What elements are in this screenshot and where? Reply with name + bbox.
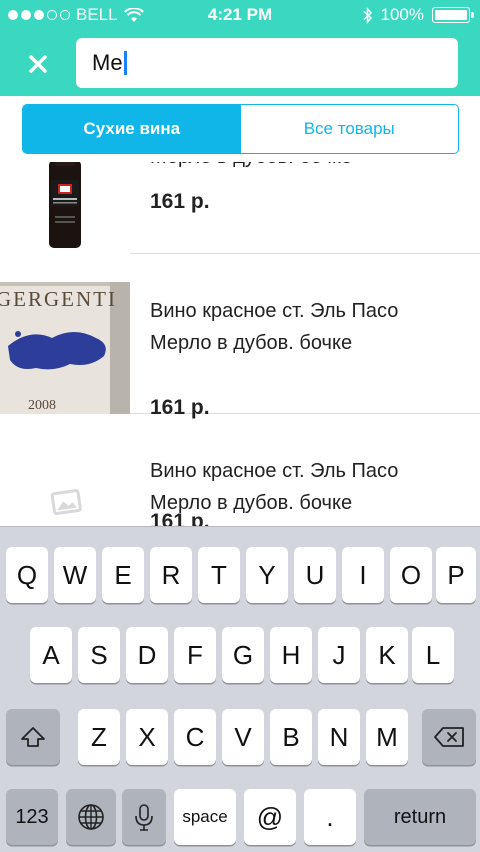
key-a[interactable]: A [30,627,72,683]
period-key[interactable]: . [304,789,356,845]
product-name-line2: Мерло в дубов. бочке [150,332,353,354]
key-j[interactable]: J [318,627,360,683]
key-q[interactable]: Q [6,547,48,603]
microphone-icon [135,804,153,831]
product-name-line1: Вино красное ст. Эль Пасо [150,300,399,322]
at-key[interactable]: @ [244,789,296,845]
key-n[interactable]: N [318,709,360,765]
keyboard: Q W E R T Y U I O P A S D F G H J K L Z … [0,526,480,852]
tab-all-products[interactable]: Все товары [241,105,459,153]
battery-percent: 100% [380,5,424,24]
key-x[interactable]: X [126,709,168,765]
header: BELL 4:21 PM 100% Me [0,0,480,96]
globe-icon [78,804,104,830]
close-icon [29,55,47,73]
key-p[interactable]: P [436,547,476,603]
key-i[interactable]: I [342,547,384,603]
shift-icon [21,727,45,747]
product-price: 161 р. [150,510,210,526]
key-w[interactable]: W [54,547,96,603]
key-r[interactable]: R [150,547,192,603]
return-key[interactable]: return [364,789,476,845]
key-f[interactable]: F [174,627,216,683]
key-u[interactable]: U [294,547,336,603]
close-button[interactable] [22,48,54,80]
key-e[interactable]: E [102,547,144,603]
space-key[interactable]: space [174,789,236,845]
search-input[interactable]: Me [76,38,458,88]
list-item[interactable]: Вино красное ст. Эль Пасо Мерло в дубов.… [0,414,480,526]
backspace-key[interactable] [422,709,476,765]
search-input-value: Me [92,50,123,75]
key-k[interactable]: K [366,627,408,683]
key-c[interactable]: C [174,709,216,765]
key-t[interactable]: T [198,547,240,603]
key-m[interactable]: M [366,709,408,765]
dictation-key[interactable] [122,789,166,845]
tab-dry-wines[interactable]: Сухие вина [23,105,241,153]
key-o[interactable]: O [390,547,432,603]
key-v[interactable]: V [222,709,264,765]
product-price: 161 р. [150,190,210,213]
wine-label-image: GERGENTI 2008 [0,282,130,414]
status-bar: BELL 4:21 PM 100% [0,0,480,30]
image-placeholder-icon [0,414,130,526]
key-s[interactable]: S [78,627,120,683]
key-b[interactable]: B [270,709,312,765]
text-cursor [123,51,127,75]
status-right: 100% [363,5,474,25]
battery-icon [432,7,474,23]
shift-key[interactable] [6,709,60,765]
wine-label-year: 2008 [28,398,56,413]
key-g[interactable]: G [222,627,264,683]
category-tabs-bar: Сухие вина Все товары [0,96,480,162]
key-d[interactable]: D [126,627,168,683]
key-l[interactable]: L [412,627,454,683]
key-z[interactable]: Z [78,709,120,765]
key-y[interactable]: Y [246,547,288,603]
globe-key[interactable] [66,789,116,845]
backspace-icon [434,727,464,747]
wine-label-text: GERGENTI [0,287,117,311]
numbers-key[interactable]: 123 [6,789,58,845]
product-name-line1: Вино красное ст. Эль Пасо [150,460,399,482]
category-segmented-control: Сухие вина Все товары [22,104,459,154]
bluetooth-icon [363,6,372,24]
key-h[interactable]: H [270,627,312,683]
list-item[interactable]: GERGENTI 2008 Вино красное ст. Эль Пасо … [0,254,480,419]
